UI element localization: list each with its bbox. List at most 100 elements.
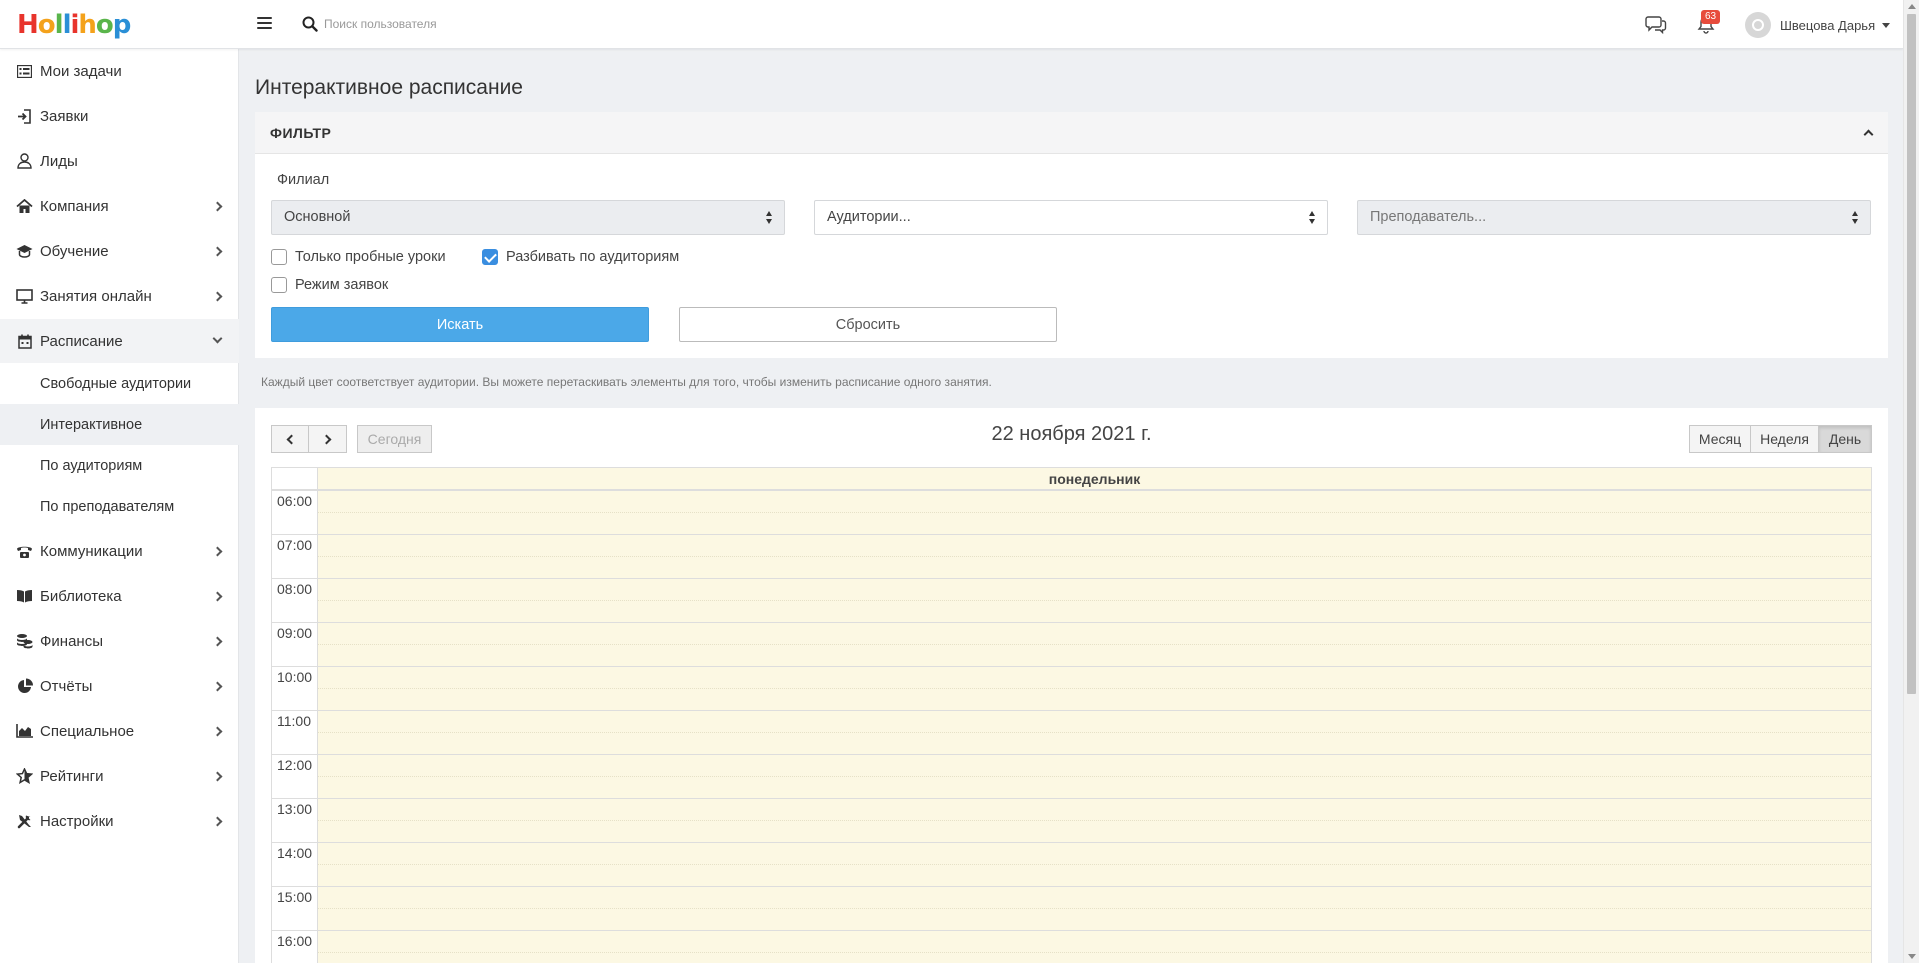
requests-mode-checkbox-row[interactable]: Режим заявок — [271, 277, 388, 293]
logo-letter: l — [54, 10, 64, 40]
sidebar-item-6[interactable]: Расписание — [0, 319, 239, 363]
branch-label: Филиал — [277, 172, 330, 188]
split-by-rooms-label: Разбивать по аудиториям — [506, 249, 680, 265]
calendar-panel: Сегодня 22 ноября 2021 г. Месяц Неделя Д… — [255, 408, 1888, 963]
search-icon — [302, 16, 318, 32]
sign-in-icon — [16, 108, 33, 125]
filter-title: ФИЛЬТР — [270, 125, 332, 141]
sidebar-item-label: Специальное — [40, 722, 135, 740]
star-icon — [16, 768, 33, 785]
avatar — [1745, 12, 1771, 38]
sidebar-subitem-3[interactable]: По преподавателям — [0, 486, 239, 527]
teacher-select-placeholder: Преподаватель... — [1370, 209, 1487, 225]
logo-letter: l — [62, 10, 72, 40]
coins-icon — [16, 633, 33, 650]
sidebar-item-2[interactable]: Лиды — [0, 139, 239, 183]
chevron-down-icon — [212, 333, 223, 344]
sidebar: Мои задачи Заявки Лиды Компания Обучение Заня… — [0, 49, 239, 963]
view-week-button[interactable]: Неделя — [1751, 425, 1819, 453]
hour-line — [272, 666, 317, 667]
teacher-select[interactable]: Преподаватель... — [1357, 200, 1871, 235]
chevron-right-icon — [212, 681, 223, 691]
logo-letter: o — [37, 10, 56, 40]
sidebar-item-9[interactable]: Финансы — [0, 619, 239, 663]
scroll-up-arrow-icon[interactable] — [1908, 4, 1916, 9]
hour-line — [272, 886, 317, 887]
sidebar-item-8[interactable]: Библиотека — [0, 574, 239, 618]
half-hour-line — [318, 644, 1871, 645]
hour-line — [318, 578, 1871, 579]
page-scrollbar[interactable] — [1903, 0, 1919, 963]
trial-only-label: Только пробные уроки — [295, 249, 446, 265]
rooms-select[interactable]: Аудитории... — [814, 200, 1328, 235]
sidebar-subitem-1[interactable]: Интерактивное — [0, 404, 239, 445]
trial-only-checkbox[interactable] — [271, 249, 287, 265]
sidebar-item-10[interactable]: Отчёты — [0, 664, 239, 708]
sidebar-item-3[interactable]: Компания — [0, 184, 239, 228]
hour-line — [318, 798, 1871, 799]
half-hour-line — [318, 952, 1871, 953]
filter-panel: ФИЛЬТР Филиал Основной Аудитории... Преп… — [255, 112, 1888, 358]
sidebar-item-label: Мои задачи — [40, 62, 122, 80]
filter-header[interactable]: ФИЛЬТР — [255, 112, 1888, 154]
user-name: Швецова Дарья — [1780, 17, 1876, 33]
hollihop-logo[interactable]: Hollihop — [17, 10, 132, 40]
sidebar-item-11[interactable]: Специальное — [0, 709, 239, 753]
sidebar-item-0[interactable]: Мои задачи — [0, 49, 239, 93]
sidebar-item-5[interactable]: Занятия онлайн — [0, 274, 239, 318]
scroll-down-arrow-icon[interactable] — [1908, 954, 1916, 959]
logo-letter: p — [112, 10, 132, 40]
user-search-input[interactable] — [324, 12, 704, 36]
sidebar-subitem-2[interactable]: По аудиториям — [0, 445, 239, 486]
time-label: 09:00 — [277, 625, 313, 641]
sidebar-item-label: Заявки — [40, 107, 89, 125]
time-label: 16:00 — [277, 933, 313, 949]
pie-chart-icon — [16, 678, 33, 695]
half-hour-line — [318, 864, 1871, 865]
sidebar-item-13[interactable]: Настройки — [0, 799, 239, 843]
logo-letter: h — [78, 10, 96, 40]
hour-line — [318, 666, 1871, 667]
half-hour-line — [318, 556, 1871, 557]
sidebar-subitem-label: По преподавателям — [40, 498, 175, 515]
sidebar-item-7[interactable]: Коммуникации — [0, 529, 239, 573]
requests-mode-label: Режим заявок — [295, 277, 389, 293]
time-label: 10:00 — [277, 669, 313, 685]
split-by-rooms-checkbox-row[interactable]: Разбивать по аудиториям — [482, 249, 679, 265]
time-label: 08:00 — [277, 581, 313, 597]
sidebar-item-1[interactable]: Заявки — [0, 94, 239, 138]
day-column[interactable]: понедельник — [318, 468, 1871, 963]
menu-toggle-icon[interactable] — [257, 17, 272, 30]
select-arrows-icon — [766, 211, 772, 225]
scrollbar-thumb[interactable] — [1907, 14, 1916, 694]
chevron-up-icon[interactable] — [1863, 129, 1874, 140]
sidebar-subitem-0[interactable]: Свободные аудитории — [0, 363, 239, 404]
sidebar-subitem-label: Свободные аудитории — [40, 375, 192, 392]
chevron-right-icon — [212, 771, 223, 781]
sidebar-item-label: Финансы — [40, 632, 103, 650]
half-hour-line — [318, 908, 1871, 909]
day-header: понедельник — [318, 468, 1871, 490]
hour-line — [318, 622, 1871, 623]
hour-line — [272, 490, 317, 491]
half-hour-line — [318, 512, 1871, 513]
branch-select-value: Основной — [284, 209, 351, 225]
half-hour-line — [318, 820, 1871, 821]
graduation-cap-icon — [16, 243, 33, 260]
chat-icon[interactable] — [1645, 14, 1667, 34]
trial-only-checkbox-row[interactable]: Только пробные уроки — [271, 249, 446, 265]
sidebar-item-4[interactable]: Обучение — [0, 229, 239, 273]
user-menu[interactable]: Швецова Дарья — [1745, 11, 1891, 39]
search-button[interactable]: Искать — [271, 307, 649, 342]
view-month-button[interactable]: Месяц — [1689, 425, 1751, 453]
reset-button[interactable]: Сбросить — [679, 307, 1057, 342]
sidebar-item-12[interactable]: Рейтинги — [0, 754, 239, 798]
hour-line — [318, 842, 1871, 843]
requests-mode-checkbox[interactable] — [271, 277, 287, 293]
chevron-right-icon — [212, 201, 223, 211]
view-day-button[interactable]: День — [1819, 425, 1872, 453]
split-by-rooms-checkbox[interactable] — [482, 249, 498, 265]
hour-line — [272, 842, 317, 843]
branch-select[interactable]: Основной — [271, 200, 785, 235]
chevron-right-icon — [212, 591, 223, 601]
